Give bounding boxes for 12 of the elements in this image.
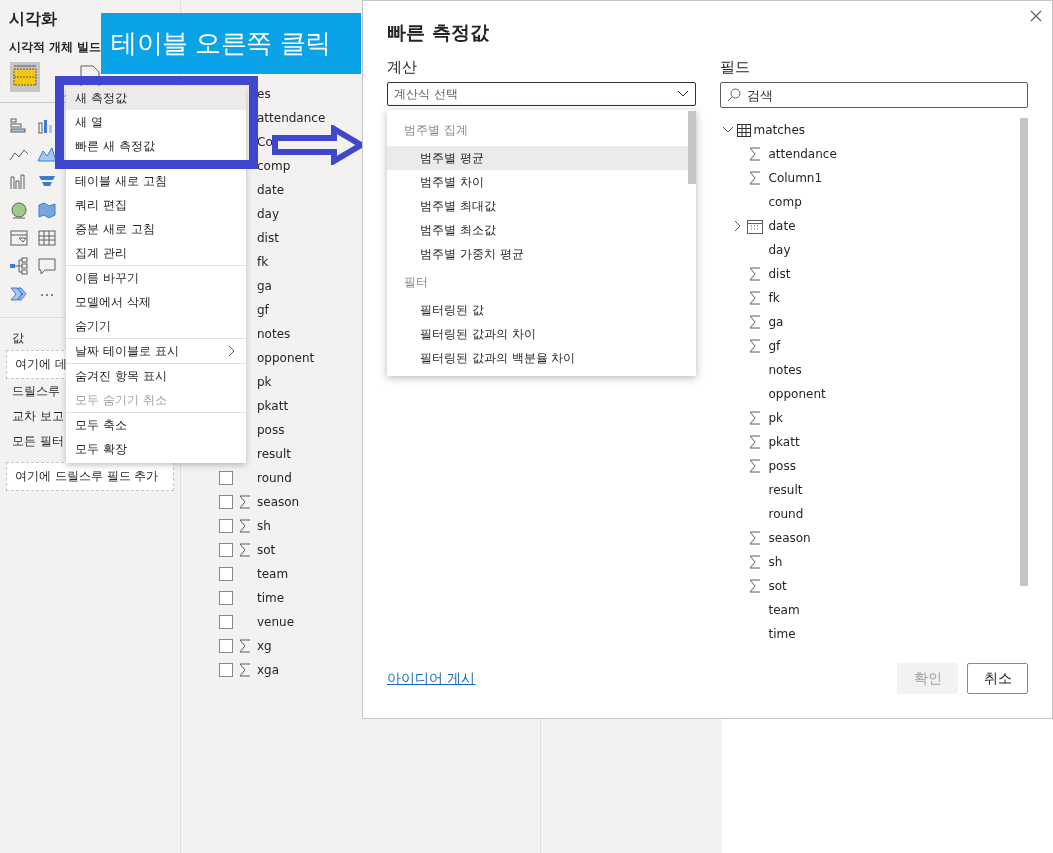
drillthrough-label: 드릴스루 xyxy=(11,383,60,400)
dialog-title: 빠른 측정값 xyxy=(387,20,490,45)
values-label: 값 xyxy=(11,330,24,347)
calculation-label: 계산 xyxy=(387,58,418,78)
pane-title: 시각화 xyxy=(8,9,57,30)
all-filters-label: 모든 필터 xyxy=(11,433,64,450)
cross-report-label: 교차 보고 xyxy=(11,408,64,425)
group-header: 범주별 집계 xyxy=(403,122,469,139)
annotation-banner: 테이블 오른쪽 클릭 xyxy=(101,13,361,74)
pane-subtitle: 시각적 개체 빌드 xyxy=(8,39,102,56)
group-header: 필터 xyxy=(403,274,429,291)
fields-label: 필드 xyxy=(719,58,751,78)
